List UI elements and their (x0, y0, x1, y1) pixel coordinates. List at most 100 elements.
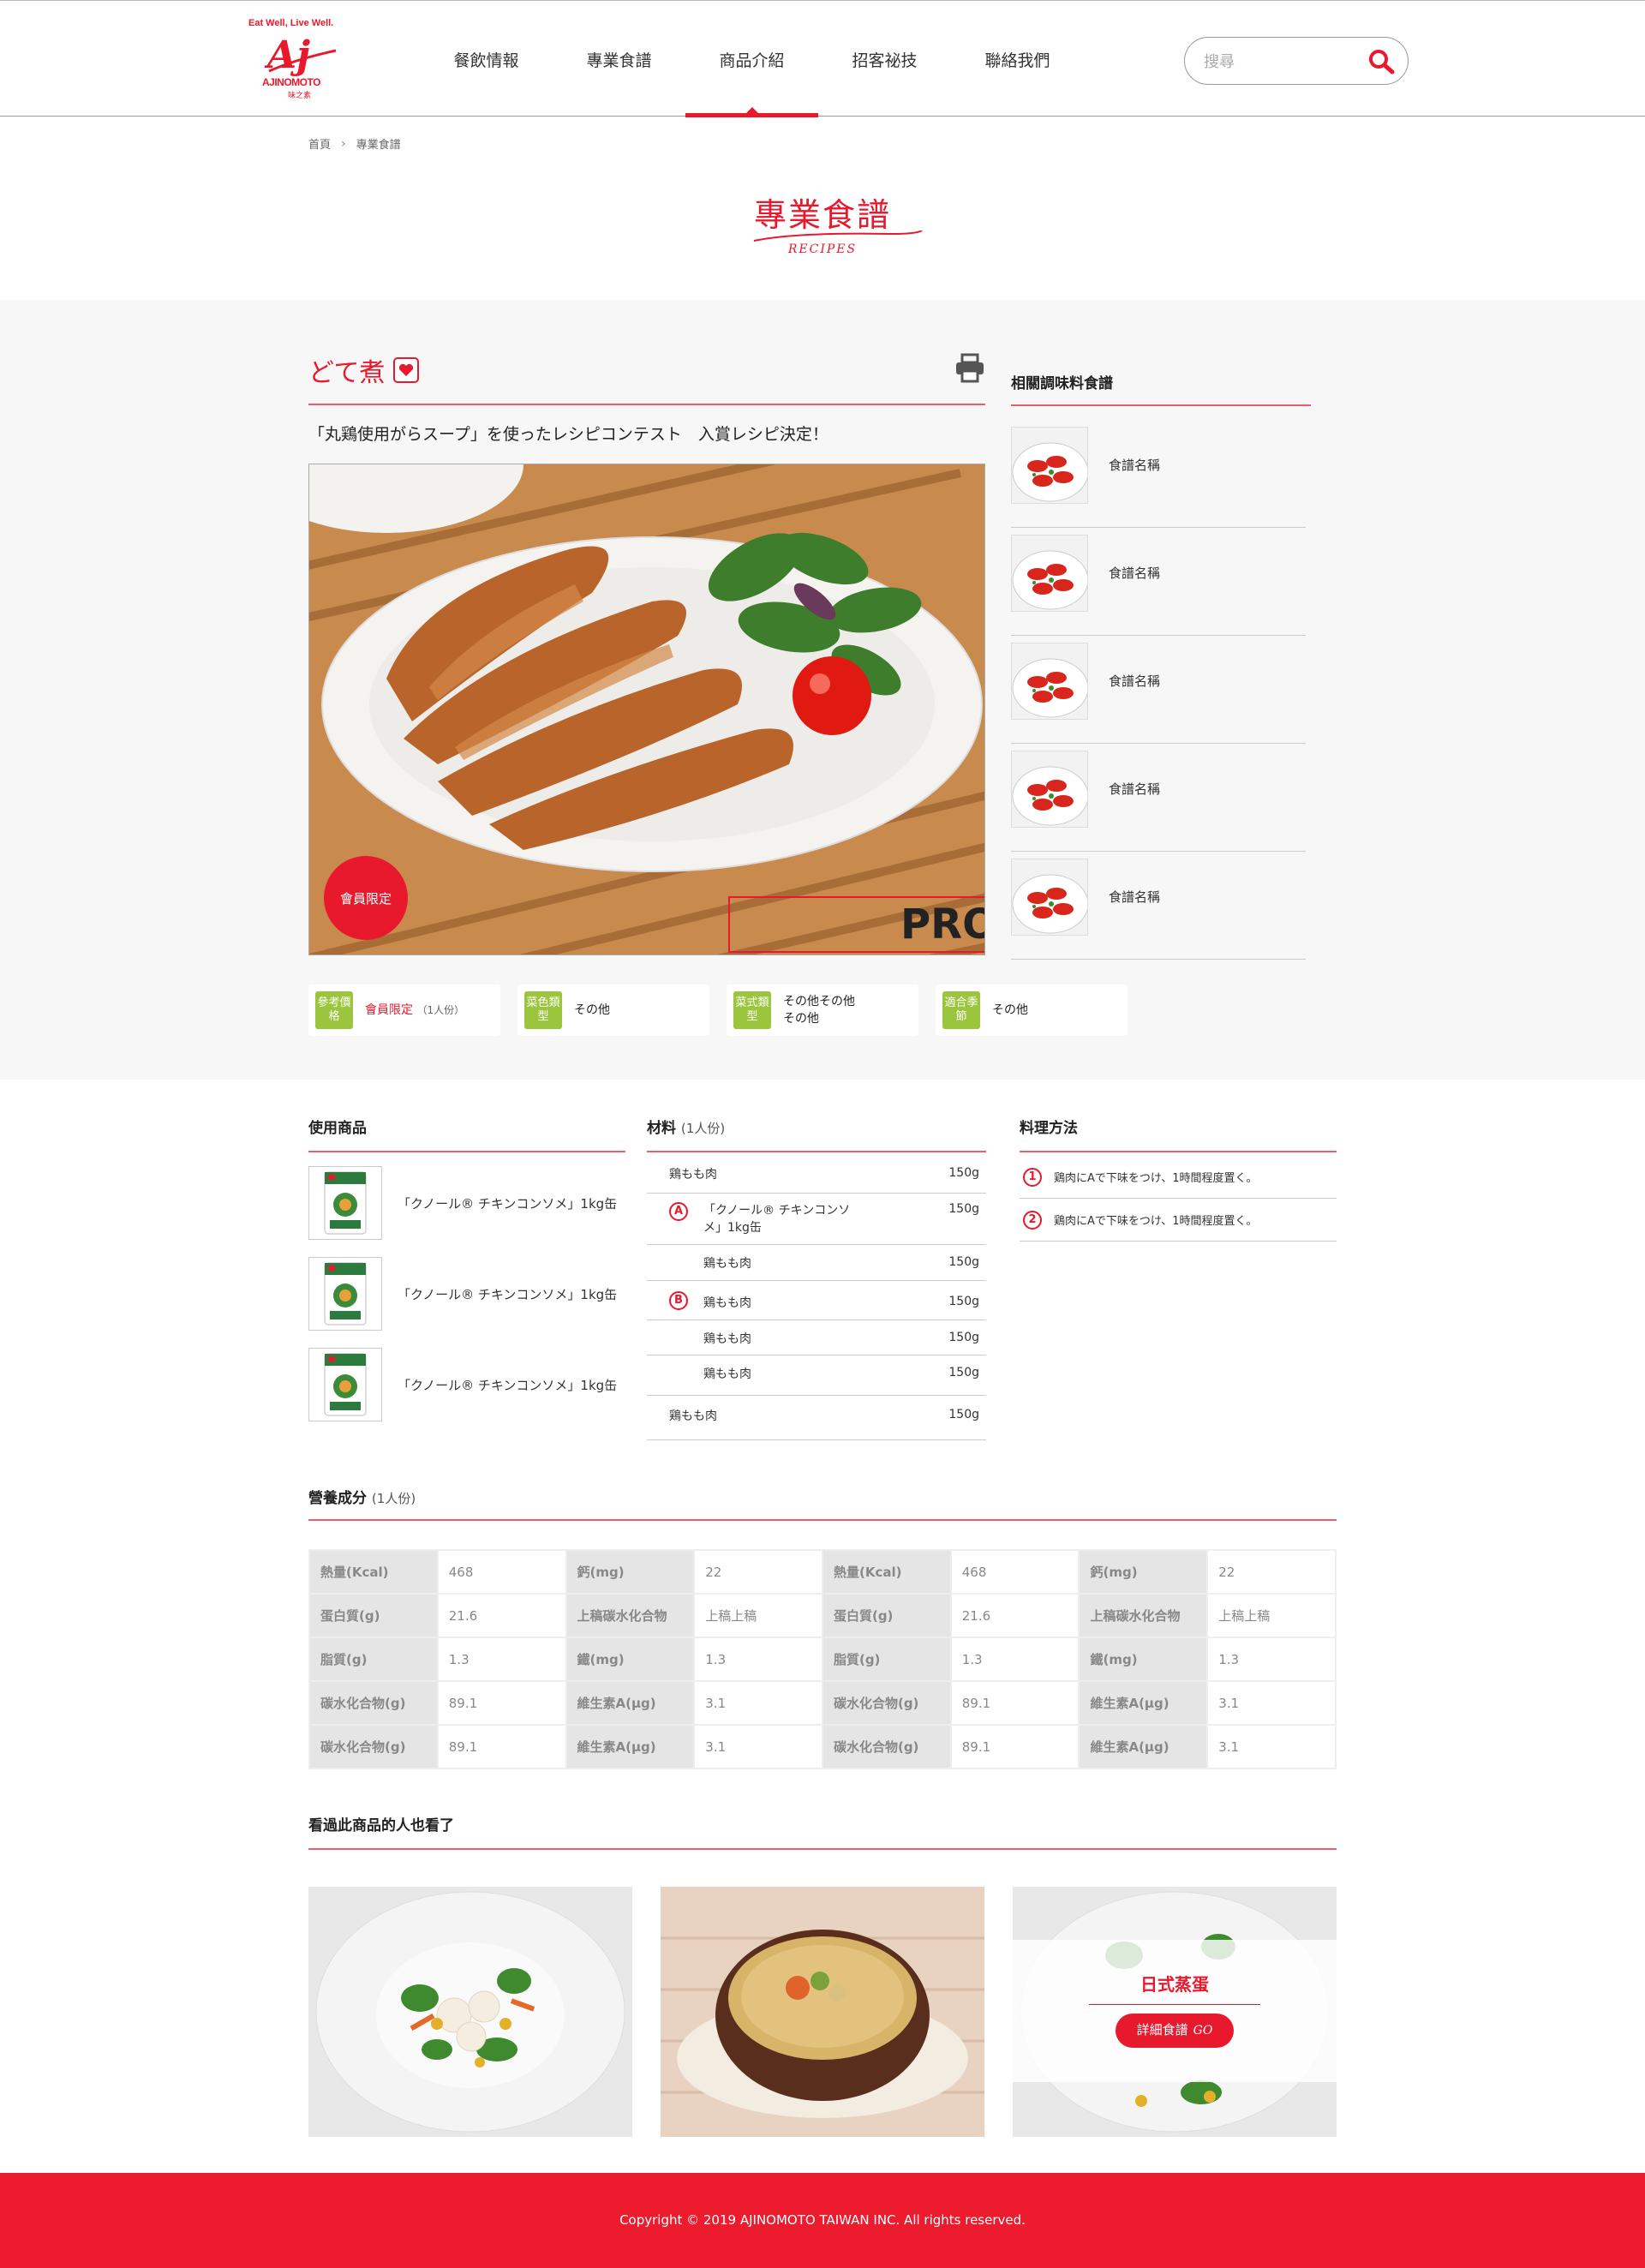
tag-price: 參考價格 會員限定 （1人份） (308, 984, 500, 1036)
related-thumb (1011, 642, 1088, 720)
page-title-zh: 專業食譜 (753, 196, 891, 234)
ingredient-row: 鶏もも肉 150g (647, 1355, 986, 1396)
recipe-title-divider (308, 404, 985, 405)
card-overlay: 日式蒸蛋 詳細食譜 GO (1013, 1940, 1337, 2082)
ingredient-row: A 「クノール® チキンコンソ メ」1kg缶 150g (647, 1194, 986, 1245)
recipe-tags: 參考價格 會員限定 （1人份） 菜色類型 その他 菜式類型 その他その他 その他 … (308, 984, 1128, 1036)
product-item[interactable]: 「クノール® チキンコンソメ」1kg缶 (308, 1348, 625, 1421)
nav-products[interactable]: 商品介紹 (685, 1, 818, 117)
breadcrumb-home[interactable]: 首頁 (308, 135, 331, 152)
product-image (308, 1257, 382, 1331)
tag-dish-type: 菜色類型 その他 (517, 984, 709, 1036)
group-b-badge: B (669, 1291, 688, 1310)
product-name: 「クノール® チキンコンソメ」1kg缶 (398, 1377, 618, 1393)
related-thumb (1011, 750, 1088, 828)
ingredients-list: 鶏もも肉 150g A 「クノール® チキンコンソ メ」1kg缶 150g 鶏もも肉 1… (647, 1156, 986, 1440)
product-item[interactable]: 「クノール® チキンコンソメ」1kg缶 (308, 1257, 625, 1331)
chevron-right-icon: › (341, 136, 346, 151)
search-box (1184, 37, 1409, 85)
also-card[interactable] (661, 1887, 984, 2137)
related-item[interactable]: 食譜名稱 (1011, 636, 1306, 744)
step-number: 2 (1023, 1210, 1042, 1230)
product-name: 「クノール® チキンコンソメ」1kg缶 (398, 1195, 618, 1212)
nutrition-table: 熱量(Kcal) 468 鈣(mg) 22 熱量(Kcal) 468 鈣(mg) 22 蛋白質… (308, 1549, 1337, 1769)
method-step: 1 鶏肉にAで下味をつけ、1時間程度置く。 (1020, 1156, 1337, 1199)
related-heading: 相關調味料食譜 (1011, 375, 1113, 392)
group-a-badge: A (669, 1202, 688, 1221)
nav-dining-info[interactable]: 餐飲情報 (420, 1, 553, 117)
copyright-text: Copyright © 2019 AJINOMOTO TAIWAN INC. A… (619, 2212, 1026, 2228)
ingredients-divider (647, 1151, 986, 1152)
breadcrumb: 首頁 › 專業食譜 (308, 135, 401, 153)
nav-tips[interactable]: 招客祕技 (818, 1, 951, 117)
ingredients-heading: 材料 (1人份) (647, 1120, 726, 1137)
card-overlay-title: 日式蒸蛋 (1140, 1974, 1209, 1995)
also-viewed-divider (308, 1848, 1337, 1850)
product-image (308, 1348, 382, 1421)
related-name: 食譜名稱 (1109, 458, 1161, 473)
related-name: 食譜名稱 (1109, 673, 1161, 689)
table-row: 熱量(Kcal) 468 鈣(mg) 22 熱量(Kcal) 468 鈣(mg) 22 (308, 1549, 1337, 1595)
heart-icon[interactable] (393, 357, 420, 383)
products-divider (308, 1151, 625, 1152)
product-name: 「クノール® チキンコンソメ」1kg缶 (398, 1286, 618, 1302)
related-thumb (1011, 426, 1088, 504)
tag-value: 會員限定 （1人份） (365, 1003, 465, 1017)
related-list: 食譜名稱 食譜名稱 食譜名稱 食譜名稱 食譜名稱 (1011, 420, 1306, 960)
product-item[interactable]: 「クノール® チキンコンソメ」1kg缶 (308, 1166, 625, 1240)
products-heading: 使用商品 (308, 1120, 367, 1137)
page-title: 專業食譜 RECIPES (0, 189, 1645, 256)
page: Eat Well, Live Well. Aj AJINOMOTO 味之素 餐飲… (0, 0, 1645, 2268)
tag-label: 菜式類型 (733, 991, 771, 1029)
site-header: Eat Well, Live Well. Aj AJINOMOTO 味之素 餐飲… (0, 0, 1645, 117)
svg-text:PRO: PRO (900, 901, 985, 948)
page-title-en: RECIPES (787, 242, 858, 256)
tag-label: 參考價格 (315, 991, 353, 1029)
breadcrumb-current: 專業食譜 (356, 139, 401, 152)
tag-cuisine-type: 菜式類型 その他その他 その他 (727, 984, 918, 1036)
recipe-title: どて煮 (308, 351, 420, 389)
related-item[interactable]: 食譜名稱 (1011, 420, 1306, 528)
ingredient-row: 鶏もも肉 150g (647, 1396, 986, 1440)
related-item[interactable]: 食譜名稱 (1011, 744, 1306, 852)
related-item[interactable]: 食譜名稱 (1011, 852, 1306, 960)
site-footer: Copyright © 2019 AJINOMOTO TAIWAN INC. A… (0, 2173, 1645, 2268)
related-thumb (1011, 858, 1088, 936)
product-image (308, 1166, 382, 1240)
tag-label: 菜色類型 (524, 991, 562, 1029)
logo-sub: 味之素 (288, 92, 312, 100)
also-card[interactable] (308, 1887, 632, 2137)
also-viewed-heading: 看過此商品的人也看了 (308, 1817, 454, 1834)
recipe-hero-image: PRO 會員限定 (308, 464, 985, 955)
related-name: 食譜名稱 (1109, 889, 1161, 905)
card-overlay-divider (1089, 2004, 1260, 2005)
recipe-detail-button[interactable]: 詳細食譜 GO (1116, 2014, 1234, 2048)
recipe-title-text: どて煮 (308, 358, 386, 388)
recipe-subtitle: 「丸鶏使用がらスープ」を使ったレシピコンテスト 入賞レシピ決定！ (308, 425, 828, 444)
search-icon[interactable] (1367, 48, 1396, 75)
ajinomoto-logo[interactable]: Eat Well, Live Well. Aj AJINOMOTO 味之素 (245, 16, 356, 104)
related-name: 食譜名稱 (1109, 566, 1161, 581)
print-icon[interactable] (954, 353, 985, 384)
logo-tagline: Eat Well, Live Well. (248, 18, 334, 28)
soup-bowl-photo (661, 1887, 984, 2137)
hero-food-photo: PRO (309, 464, 985, 954)
also-card[interactable]: 日式蒸蛋 詳細食譜 GO (1013, 1887, 1337, 2137)
related-thumb (1011, 534, 1088, 612)
nutrition-heading: 營養成分 (1人份) (308, 1490, 416, 1507)
method-step: 2 鶏肉にAで下味をつけ、1時間程度置く。 (1020, 1199, 1337, 1242)
table-row: 脂質(g) 1.3 鐵(mg) 1.3 脂質(g) 1.3 鐵(mg) 1.3 (308, 1637, 1337, 1682)
nav-recipes[interactable]: 專業食譜 (553, 1, 685, 117)
ingredient-row: 鶏もも肉 150g (647, 1156, 986, 1194)
ingredient-row: B 鶏もも肉 150g (647, 1281, 986, 1320)
tag-label: 適合季節 (942, 991, 980, 1029)
ingredient-row: 鶏もも肉 150g (647, 1245, 986, 1281)
scallop-dish-photo (308, 1887, 632, 2137)
tag-value: その他 (992, 1003, 1028, 1017)
nav-contact[interactable]: 聯絡我們 (951, 1, 1084, 117)
search-input[interactable] (1204, 50, 1349, 74)
member-only-badge: 會員限定 (324, 856, 408, 940)
related-item[interactable]: 食譜名稱 (1011, 528, 1306, 636)
logo-brand: AJINOMOTO (262, 76, 320, 88)
method-divider (1020, 1151, 1337, 1152)
